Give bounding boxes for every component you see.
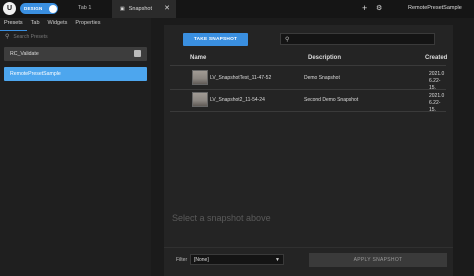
add-icon[interactable]: + [362, 3, 367, 13]
tab-snapshot[interactable]: ▣ Snapshot ✕ [112, 0, 176, 18]
created-line-1: 2021.0 [429, 71, 445, 77]
column-description[interactable]: Description [308, 55, 341, 61]
table-header: Name Description Created [170, 55, 447, 65]
snapshot-name: LV_Snapshot2_11-54-24 [210, 97, 265, 103]
tab-presets[interactable]: Presets [0, 18, 27, 31]
tab-1[interactable]: Tab 1 [78, 5, 91, 11]
close-icon[interactable]: ✕ [164, 4, 170, 12]
filter-label: Filter [176, 257, 188, 263]
preset-search-placeholder: Search Presets [13, 33, 48, 40]
edit-icon[interactable] [134, 50, 141, 57]
snapshot-description: Demo Snapshot [304, 75, 340, 81]
table-row[interactable]: LV_SnapshotTest_11-47-52 Demo Snapshot 2… [170, 68, 446, 91]
design-mode-toggle[interactable]: DESIGN [20, 3, 58, 14]
column-created[interactable]: Created [425, 55, 447, 61]
empty-selection-message: Select a snapshot above [172, 213, 271, 223]
tab-widgets[interactable]: Widgets [44, 18, 72, 31]
tab-tab[interactable]: Tab [27, 18, 44, 31]
search-icon: ⚲ [285, 36, 290, 43]
tab-properties[interactable]: Properties [71, 18, 104, 31]
preset-label: RemotePresetSample [10, 71, 61, 77]
toggle-knob [48, 4, 57, 13]
active-preset-name: RemotePresetSample [408, 5, 462, 11]
presets-panel: Presets Tab Widgets Properties ⚲ Search … [0, 18, 151, 276]
left-tabs: Presets Tab Widgets Properties [0, 18, 151, 31]
column-name[interactable]: Name [190, 55, 206, 61]
snapshot-thumbnail [192, 92, 208, 107]
camera-icon: ▣ [120, 6, 125, 12]
chevron-down-icon: ▼ [275, 257, 280, 263]
divider [164, 247, 453, 248]
divider [170, 65, 446, 66]
snapshot-search-input[interactable]: ⚲ [280, 33, 435, 45]
snapshot-description: Second Demo Snapshot [304, 97, 359, 103]
created-line-1: 2021.0 [429, 93, 445, 99]
snapshot-panel: TAKE SNAPSHOT ⚲ Name Description Created… [164, 25, 453, 276]
preset-item-remotepresetsample[interactable]: RemotePresetSample [4, 67, 147, 81]
snapshot-name: LV_SnapshotTest_11-47-52 [210, 75, 272, 81]
preset-label: RC_Validate [10, 51, 39, 57]
snapshot-thumbnail [192, 70, 208, 85]
search-icon: ⚲ [5, 34, 10, 40]
table-row[interactable]: LV_Snapshot2_11-54-24 Second Demo Snapsh… [170, 90, 446, 113]
design-toggle-label: DESIGN [24, 6, 43, 11]
gear-icon[interactable]: ⚙ [376, 4, 382, 12]
preset-item-rc-validate[interactable]: RC_Validate [4, 47, 147, 61]
filter-dropdown[interactable]: [None] ▼ [190, 254, 284, 265]
right-margin [453, 18, 474, 276]
apply-snapshot-button[interactable]: APPLY SNAPSHOT [309, 253, 447, 267]
snapshot-tab-label: Snapshot [128, 6, 152, 12]
filter-value: [None] [194, 256, 209, 263]
divider [170, 111, 446, 112]
take-snapshot-button[interactable]: TAKE SNAPSHOT [183, 33, 248, 46]
unreal-logo-icon: U [3, 2, 16, 15]
top-bar: U DESIGN Tab 1 ▣ Snapshot ✕ + ⚙ RemotePr… [0, 0, 474, 18]
preset-search-input[interactable]: ⚲ Search Presets [2, 31, 149, 42]
